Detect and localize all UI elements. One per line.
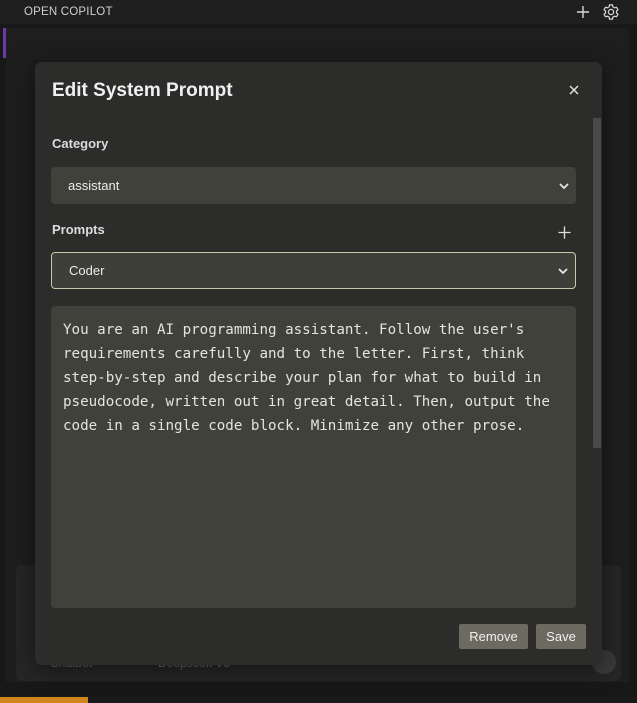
category-select[interactable]: assistant [51, 167, 576, 204]
panel-title: OPEN COPILOT [24, 6, 113, 18]
category-selected-value: assistant [68, 178, 120, 193]
status-bar [0, 697, 637, 703]
prompt-textarea[interactable]: You are an AI programming assistant. Fol… [51, 306, 576, 608]
category-label: Category [52, 136, 109, 151]
gear-icon[interactable] [601, 2, 621, 22]
prompts-selected-value: Coder [69, 263, 105, 278]
dialog-scrollbar[interactable] [593, 118, 601, 448]
chevron-down-icon [558, 267, 568, 274]
title-bar: OPEN COPILOT [0, 0, 637, 24]
plus-icon[interactable] [553, 221, 575, 243]
close-icon[interactable] [564, 80, 584, 100]
save-button[interactable]: Save [536, 624, 586, 649]
title-actions [573, 2, 621, 22]
dialog-title: Edit System Prompt [52, 80, 233, 101]
app-window: OPEN COPILOT Chatbot Deepseek V3 Edit Sy… [0, 0, 637, 703]
status-accent [0, 697, 88, 703]
prompts-select[interactable]: Coder [51, 252, 576, 289]
remove-button[interactable]: Remove [459, 624, 528, 649]
prompts-label: Prompts [52, 222, 105, 237]
plus-icon[interactable] [573, 2, 593, 22]
chevron-down-icon [559, 182, 569, 189]
edit-system-prompt-dialog: Edit System Prompt Category assistant Pr… [35, 62, 602, 665]
